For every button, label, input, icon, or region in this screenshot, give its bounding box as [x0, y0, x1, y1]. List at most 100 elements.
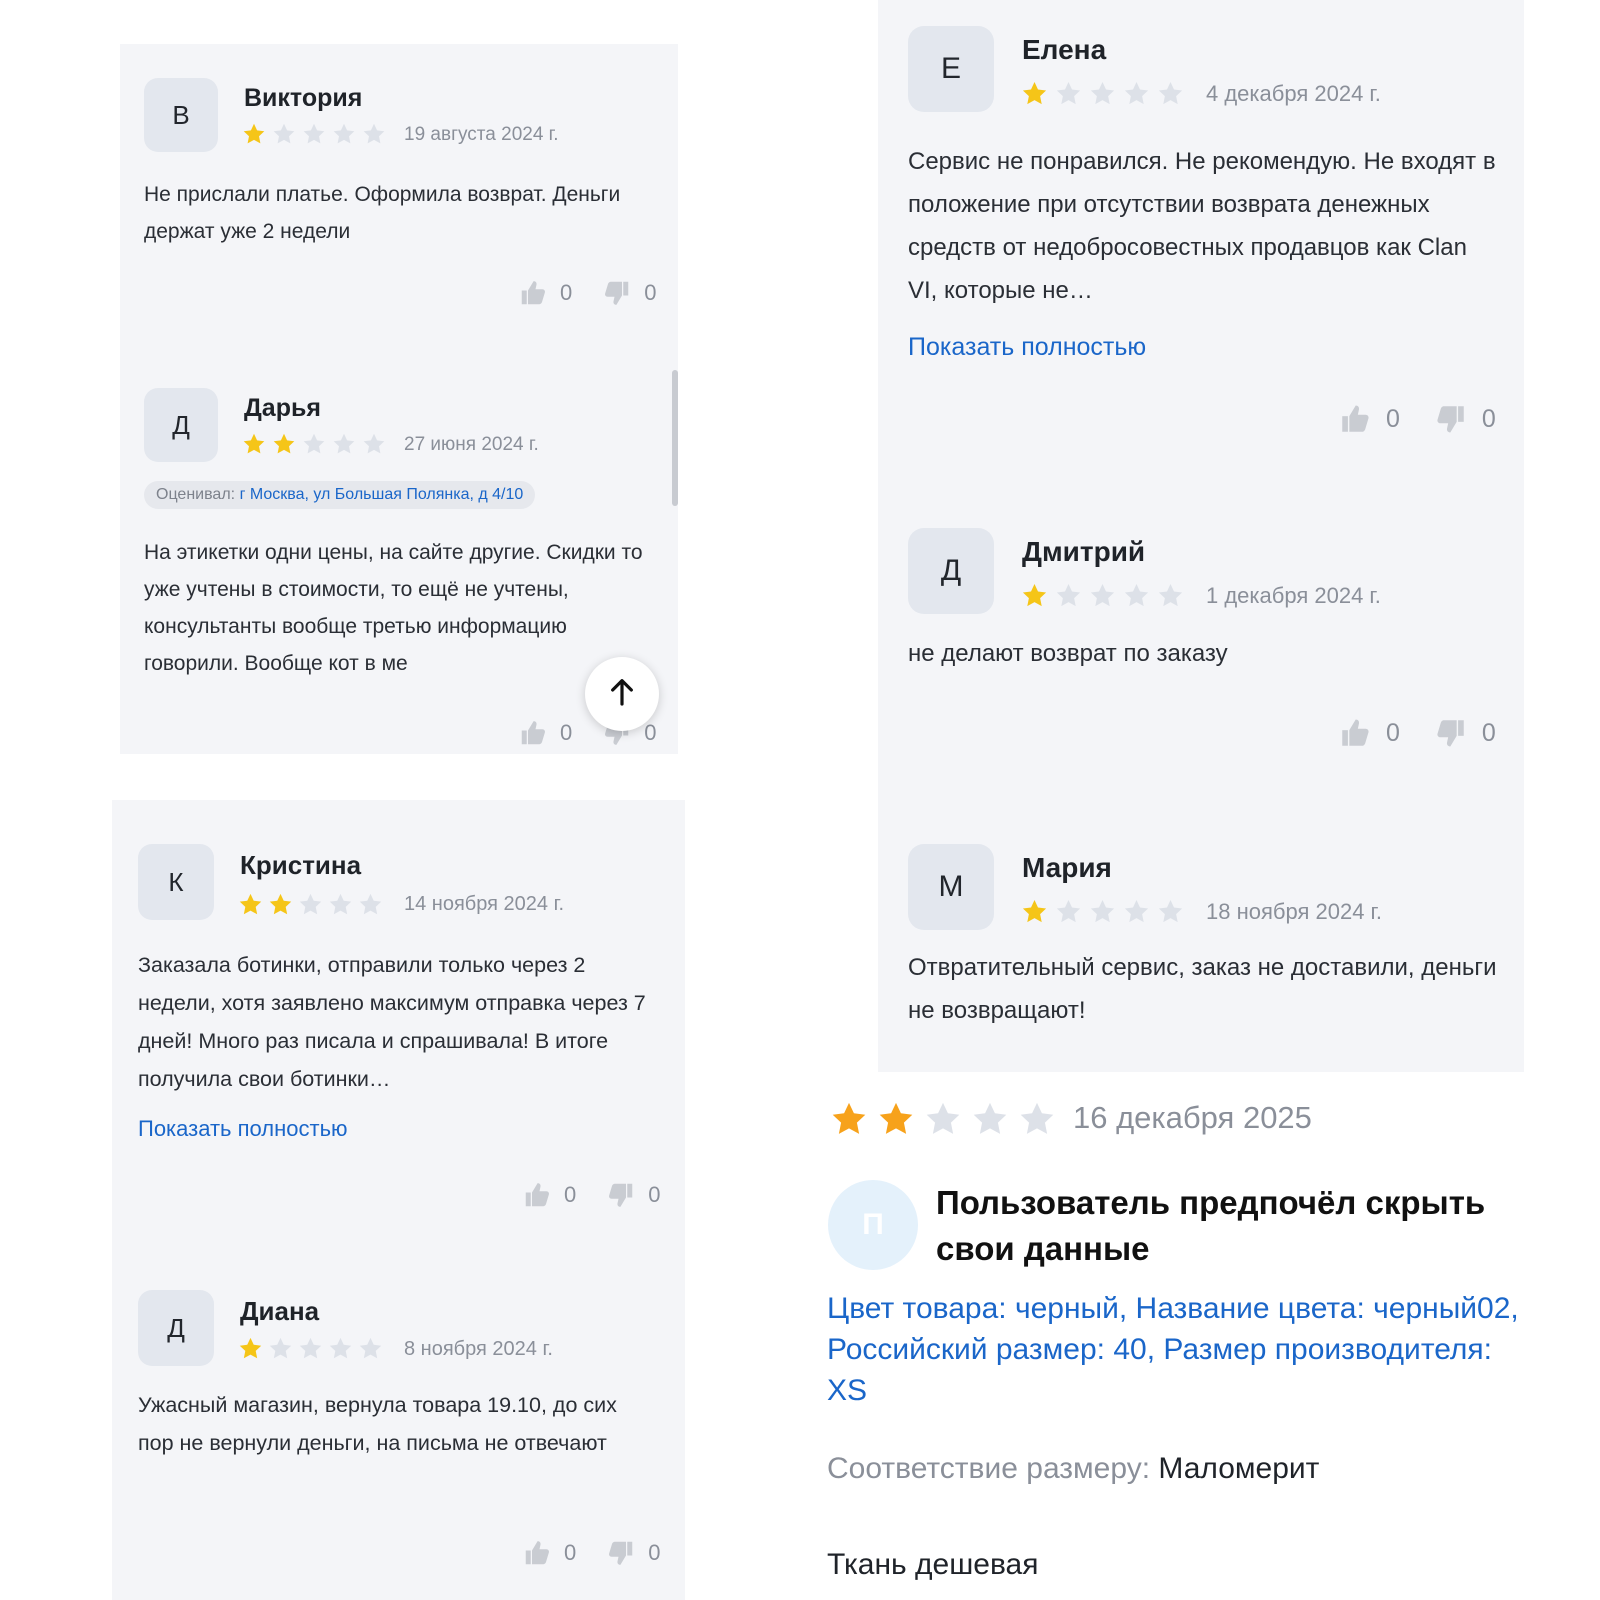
review-date: 4 декабря 2024 г.: [1206, 81, 1381, 106]
star-empty-icon: [298, 1336, 323, 1361]
star-empty-icon: [328, 1336, 353, 1361]
star-empty-icon: [1055, 80, 1082, 107]
dislike-count: 0: [648, 1540, 661, 1565]
vote-controls: 0 0: [522, 1180, 661, 1210]
dislike-button[interactable]: 0: [602, 278, 657, 308]
scroll-to-top-button[interactable]: [585, 657, 659, 731]
star-empty-icon: [332, 122, 356, 146]
review-card: В Виктория 19 августа 2024 г. Не прислал…: [120, 44, 678, 374]
dislike-button[interactable]: 0: [1434, 402, 1496, 436]
dislike-button[interactable]: 0: [606, 1180, 661, 1210]
star-filled-icon: [238, 892, 263, 917]
review-text: не делают возврат по заказу: [908, 640, 1228, 667]
like-count: 0: [564, 1182, 577, 1207]
rating-stars: [242, 432, 386, 456]
size-fit-label: Соответствие размеру:: [827, 1452, 1151, 1485]
star-empty-icon: [1089, 898, 1116, 925]
review-panel-left-top: В Виктория 19 августа 2024 г. Не прислал…: [120, 44, 678, 754]
vote-controls: 0 0: [518, 278, 657, 308]
location-tag: Оценивал: г Москва, ул Большая Полянка, …: [144, 481, 536, 509]
scrollbar-thumb[interactable]: [672, 370, 678, 506]
thumb-up-icon: [522, 1180, 552, 1210]
star-filled-icon: [830, 1100, 868, 1138]
rating-stars: [1021, 80, 1184, 107]
star-empty-icon: [1089, 582, 1116, 609]
star-empty-icon: [298, 892, 323, 917]
thumb-down-icon: [1434, 402, 1468, 436]
star-filled-icon: [1021, 582, 1048, 609]
reviewer-name: Кристина: [240, 850, 362, 880]
star-empty-icon: [328, 892, 353, 917]
avatar: Д: [138, 1290, 214, 1366]
rating-stars: [1021, 898, 1184, 925]
tag-location-link[interactable]: г Москва, ул Большая Полянка, д 4/10: [240, 486, 524, 503]
reviewer-name: Виктория: [244, 84, 363, 112]
dislike-button[interactable]: 0: [1434, 716, 1496, 750]
thumb-down-icon: [606, 1180, 636, 1210]
like-button[interactable]: 0: [1338, 716, 1400, 750]
like-button[interactable]: 0: [522, 1180, 576, 1210]
dislike-count: 0: [1481, 718, 1496, 747]
like-button[interactable]: 0: [1338, 402, 1400, 436]
dislike-count: 0: [1481, 404, 1496, 433]
star-empty-icon: [1123, 898, 1150, 925]
reviewer-name: Пользователь предпочёл скрыть свои данны…: [936, 1184, 1486, 1267]
review-card: Д Диана 8 ноября 2024 г. Ужасный магазин…: [112, 1246, 685, 1600]
review-card: Д Дмитрий 1 декабря 2024 г. не делают во…: [878, 502, 1524, 802]
rating-stars: [238, 892, 383, 917]
vote-controls: 0 0: [522, 1538, 661, 1568]
star-filled-icon: [1021, 898, 1048, 925]
reviewer-name: Диана: [240, 1296, 320, 1326]
star-filled-icon: [877, 1100, 915, 1138]
dislike-count: 0: [644, 280, 657, 305]
rating-stars: [1021, 582, 1184, 609]
thumb-up-icon: [522, 1538, 552, 1568]
product-attributes: Цвет товара: черный, Название цвета: чер…: [827, 1292, 1519, 1407]
review-date: 19 августа 2024 г.: [404, 124, 559, 145]
like-count: 0: [1386, 718, 1400, 747]
dislike-button[interactable]: 0: [606, 1538, 661, 1568]
star-empty-icon: [1055, 582, 1082, 609]
star-empty-icon: [1055, 898, 1082, 925]
like-button[interactable]: 0: [518, 278, 572, 308]
star-empty-icon: [1018, 1100, 1056, 1138]
thumb-down-icon: [606, 1538, 636, 1568]
star-filled-icon: [238, 1336, 263, 1361]
avatar: П: [828, 1180, 918, 1270]
avatar: Е: [908, 26, 994, 112]
review-date: 27 июня 2024 г.: [404, 434, 539, 455]
review-text: Заказала ботинки, отправили только через…: [138, 953, 646, 1091]
star-empty-icon: [272, 122, 296, 146]
review-text: Сервис не понравился. Не рекомендую. Не …: [908, 148, 1496, 304]
avatar: Д: [144, 388, 218, 462]
review-date: 8 ноября 2024 г.: [404, 1338, 553, 1360]
size-fit-value: Маломерит: [1158, 1452, 1320, 1485]
like-button[interactable]: 0: [518, 718, 572, 748]
like-count: 0: [560, 720, 573, 745]
star-empty-icon: [1157, 80, 1184, 107]
thumb-up-icon: [518, 278, 548, 308]
show-more-link[interactable]: Показать полностью: [908, 333, 1146, 362]
star-filled-icon: [268, 892, 293, 917]
star-empty-icon: [302, 432, 326, 456]
dislike-count: 0: [644, 720, 657, 745]
avatar: В: [144, 78, 218, 152]
star-empty-icon: [1123, 582, 1150, 609]
reviewer-name: Мария: [1022, 852, 1112, 883]
star-empty-icon: [358, 1336, 383, 1361]
star-filled-icon: [1021, 80, 1048, 107]
star-empty-icon: [362, 122, 386, 146]
review-panel-left-bottom: К Кристина 14 ноября 2024 г. Заказала бо…: [112, 800, 685, 1600]
star-filled-icon: [242, 122, 266, 146]
star-empty-icon: [362, 432, 386, 456]
thumb-up-icon: [518, 718, 548, 748]
review-panel-right: Е Елена 4 декабря 2024 г. Сервис не понр…: [878, 0, 1524, 1072]
review-comment: Ткань дешевая: [827, 1548, 1039, 1581]
tag-label: Оценивал:: [156, 486, 236, 503]
rating-stars: [830, 1100, 1056, 1138]
like-button[interactable]: 0: [522, 1538, 576, 1568]
thumb-down-icon: [602, 278, 632, 308]
star-filled-icon: [272, 432, 296, 456]
show-more-link[interactable]: Показать полностью: [138, 1116, 348, 1142]
vote-controls: 0 0: [1338, 716, 1496, 750]
